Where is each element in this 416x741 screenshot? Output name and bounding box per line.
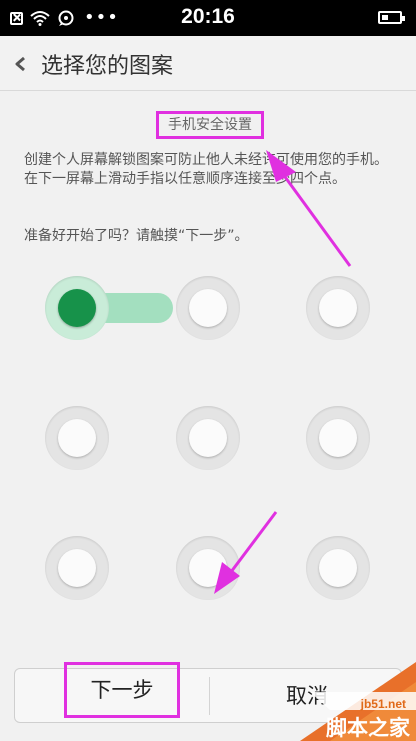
prompt-text: 准备好开始了吗？请触摸“下一步”。 bbox=[24, 228, 249, 244]
battery-icon bbox=[378, 11, 405, 24]
button-divider bbox=[209, 677, 210, 715]
pattern-dot-6[interactable] bbox=[306, 406, 370, 470]
pattern-dot-5[interactable] bbox=[176, 406, 240, 470]
pattern-dot-8[interactable] bbox=[176, 536, 240, 600]
pattern-dot-9[interactable] bbox=[306, 536, 370, 600]
cancel-button[interactable]: 取消 bbox=[212, 668, 402, 723]
pattern-dot-1[interactable] bbox=[45, 276, 109, 340]
pattern-dot-3[interactable] bbox=[306, 276, 370, 340]
section-label: 手机安全设置 bbox=[156, 111, 264, 139]
status-bar: ••• 20:16 bbox=[0, 0, 416, 36]
pattern-grid[interactable] bbox=[0, 260, 416, 620]
pattern-dot-2[interactable] bbox=[176, 276, 240, 340]
title-bar: 选择您的图案 bbox=[0, 36, 416, 91]
pattern-dot-7[interactable] bbox=[45, 536, 109, 600]
pattern-dot-4[interactable] bbox=[45, 406, 109, 470]
description-text: 创建个人屏幕解锁图案可防止他人未经许可使用您的手机。在下一屏幕上滑动手指以任意顺… bbox=[24, 152, 388, 187]
next-button[interactable]: 下一步 bbox=[64, 662, 180, 718]
page-title: 选择您的图案 bbox=[41, 54, 174, 79]
status-time: 20:16 bbox=[181, 5, 235, 28]
back-chevron-icon[interactable] bbox=[14, 56, 28, 72]
